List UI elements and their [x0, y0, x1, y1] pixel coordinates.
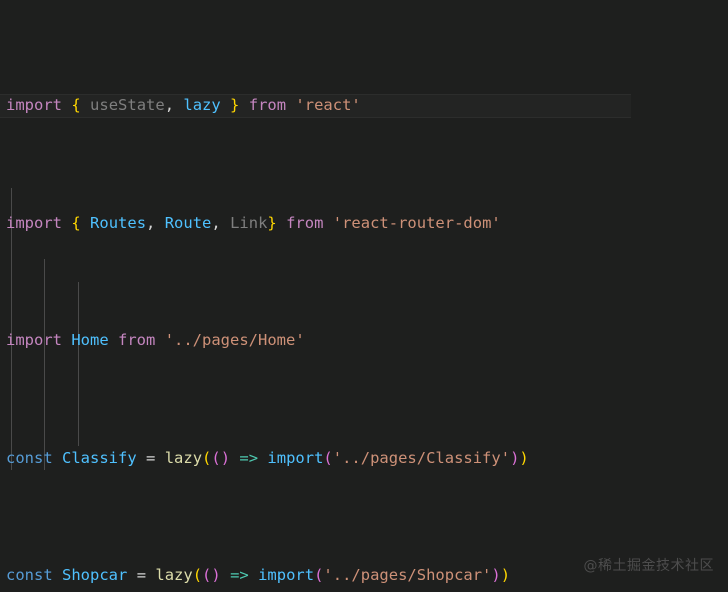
paren-close-1: ) [500, 566, 511, 584]
comma: , [164, 96, 175, 114]
token-equals: = [136, 566, 147, 584]
paren-open-1: ( [202, 448, 212, 467]
token-const: const [6, 566, 53, 584]
paren-empty: () [211, 448, 231, 467]
token-import-fn: import [258, 566, 315, 584]
token-from: from [286, 213, 324, 232]
code-line-5[interactable]: const Shopcar = lazy(() => import('../pa… [0, 564, 631, 588]
token-home: Home [71, 331, 109, 349]
brace-open: { [71, 213, 81, 232]
code-editor[interactable]: import { useState, lazy } from 'react' i… [0, 0, 728, 592]
token-from: from [248, 96, 287, 114]
token-shopcar: Shopcar [62, 566, 128, 584]
comma: , [211, 213, 221, 232]
token-import: import [6, 331, 62, 349]
token-import: import [6, 213, 62, 232]
paren-open-1: ( [192, 566, 203, 584]
comma: , [146, 213, 156, 232]
code-line-3[interactable]: import Home from '../pages/Home' [0, 329, 631, 353]
module-path-shopcar: '../pages/Shopcar' [323, 566, 492, 584]
paren-empty: () [202, 566, 221, 584]
code-line-2[interactable]: import { Routes, Route, Link} from 'reac… [0, 212, 631, 236]
token-lazy-call: lazy [155, 566, 193, 584]
module-path-home: '../pages/Home' [164, 331, 305, 349]
brace-close: } [267, 213, 277, 232]
module-react: 'react' [295, 96, 361, 114]
module-react-router-dom: 'react-router-dom' [332, 213, 501, 232]
module-path-classify: '../pages/Classify' [332, 448, 511, 467]
token-link: Link [230, 213, 268, 232]
token-classify: Classify [62, 448, 137, 467]
code-content[interactable]: import { useState, lazy } from 'react' i… [0, 0, 632, 592]
token-import: import [6, 96, 62, 114]
paren-open-2: ( [323, 448, 333, 467]
code-line-1[interactable]: import { useState, lazy } from 'react' [0, 94, 632, 118]
token-route: Route [164, 213, 212, 232]
paren-close-1: ) [519, 448, 529, 467]
code-line-4[interactable]: const Classify = lazy(() => import('../p… [0, 447, 631, 471]
token-arrow: => [239, 448, 259, 467]
token-usestate: useState [90, 96, 165, 114]
paren-close-2: ) [510, 448, 520, 467]
token-equals: = [146, 448, 156, 467]
paren-close-2: ) [491, 566, 501, 584]
token-from: from [118, 331, 156, 349]
token-arrow: => [230, 566, 249, 584]
brace-close: } [230, 96, 240, 114]
token-const: const [6, 448, 53, 467]
token-lazy-call: lazy [164, 448, 203, 467]
token-lazy: lazy [183, 96, 221, 114]
token-routes: Routes [90, 213, 147, 232]
brace-open: { [71, 96, 81, 114]
token-import-fn: import [267, 448, 324, 467]
watermark: @稀土掘金技术社区 [583, 557, 714, 574]
